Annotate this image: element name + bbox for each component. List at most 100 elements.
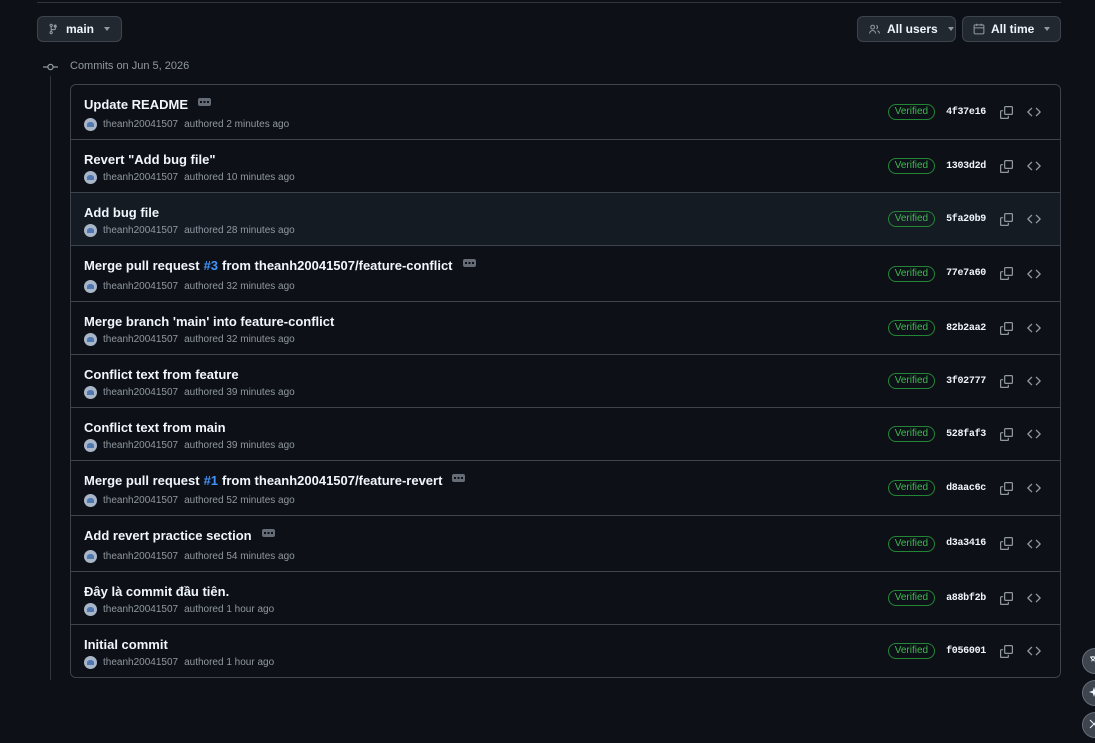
commit-title-link[interactable]: Add revert practice section: [84, 528, 252, 543]
commit-author[interactable]: theanh20041507: [103, 495, 178, 506]
commit-row[interactable]: Đây là commit đầu tiên. theanh20041507 aut…: [71, 571, 1060, 624]
ellipsis-icon[interactable]: [261, 528, 275, 537]
avatar[interactable]: [84, 494, 97, 507]
commit-row[interactable]: Add revert practice section theanh2004150…: [71, 515, 1060, 571]
commit-author[interactable]: theanh20041507: [103, 281, 178, 292]
commit-author[interactable]: theanh20041507: [103, 551, 178, 562]
commit-row[interactable]: Merge pull request #1 from theanh20041507/…: [71, 460, 1060, 515]
verified-badge[interactable]: Verified: [887, 158, 936, 174]
copy-icon[interactable]: [998, 590, 1014, 606]
commit-row[interactable]: Add bug file theanh20041507 authored 28 mi…: [71, 192, 1060, 245]
avatar[interactable]: [84, 386, 97, 399]
copy-icon[interactable]: [998, 104, 1014, 120]
commit-row[interactable]: Conflict text from main theanh20041507 aut…: [71, 407, 1060, 460]
commit-author[interactable]: theanh20041507: [103, 119, 178, 130]
commit-title-link[interactable]: Merge branch 'main' into feature-conflic…: [84, 314, 334, 329]
avatar[interactable]: [84, 656, 97, 669]
pull-request-link[interactable]: #1: [204, 473, 218, 488]
avatar[interactable]: [84, 603, 97, 616]
commit-title-suffix[interactable]: from theanh20041507/feature-revert: [222, 473, 442, 488]
users-filter-button[interactable]: All users: [857, 16, 956, 42]
verified-badge[interactable]: Verified: [887, 265, 936, 282]
commit-title-link[interactable]: Add bug file: [84, 205, 159, 220]
commit-title-link[interactable]: Merge pull request: [84, 258, 200, 273]
commit-row[interactable]: Revert "Add bug file" theanh20041507 autho…: [71, 139, 1060, 192]
code-icon[interactable]: [1026, 590, 1042, 606]
side-action-button[interactable]: [1082, 648, 1095, 674]
commit-author[interactable]: theanh20041507: [103, 604, 178, 615]
commit-author[interactable]: theanh20041507: [103, 440, 178, 451]
ellipsis-icon[interactable]: [198, 97, 212, 106]
copy-icon[interactable]: [998, 211, 1014, 227]
commit-title-link[interactable]: Initial commit: [84, 637, 168, 652]
code-icon[interactable]: [1026, 643, 1042, 659]
verified-badge[interactable]: Verified: [887, 643, 936, 659]
verified-badge[interactable]: Verified: [887, 426, 936, 442]
commit-row[interactable]: Merge pull request #3 from theanh20041507/…: [71, 245, 1060, 301]
commit-sha-link[interactable]: 5fa20b9: [946, 214, 986, 225]
avatar[interactable]: [84, 280, 97, 293]
commit-sha-link[interactable]: 528faf3: [946, 429, 986, 440]
verified-badge[interactable]: Verified: [887, 320, 936, 336]
side-action-button[interactable]: [1082, 680, 1095, 706]
copy-icon[interactable]: [998, 536, 1014, 552]
branch-selector-button[interactable]: main: [37, 16, 122, 42]
copy-icon[interactable]: [998, 480, 1014, 496]
commit-sha-link[interactable]: d8aac6c: [946, 483, 986, 494]
commit-title-suffix[interactable]: from theanh20041507/feature-conflict: [222, 258, 452, 273]
verified-badge[interactable]: Verified: [887, 373, 936, 389]
commit-author[interactable]: theanh20041507: [103, 334, 178, 345]
verified-badge[interactable]: Verified: [887, 104, 936, 120]
commit-author[interactable]: theanh20041507: [103, 225, 178, 236]
commit-sha-link[interactable]: 77e7a60: [946, 268, 986, 279]
code-icon[interactable]: [1026, 320, 1042, 336]
copy-icon[interactable]: [998, 643, 1014, 659]
commit-sha-link[interactable]: d3a3416: [946, 538, 986, 549]
code-icon[interactable]: [1026, 266, 1042, 282]
code-icon[interactable]: [1026, 373, 1042, 389]
copy-icon[interactable]: [998, 426, 1014, 442]
copy-icon[interactable]: [998, 320, 1014, 336]
avatar[interactable]: [84, 439, 97, 452]
code-icon[interactable]: [1026, 480, 1042, 496]
commit-sha-link[interactable]: f056001: [946, 646, 986, 657]
code-icon[interactable]: [1026, 426, 1042, 442]
commit-title-link[interactable]: Conflict text from main: [84, 420, 226, 435]
code-icon[interactable]: [1026, 158, 1042, 174]
commit-title-link[interactable]: Revert "Add bug file": [84, 152, 216, 167]
code-icon[interactable]: [1026, 536, 1042, 552]
commit-sha-link[interactable]: 1303d2d: [946, 161, 986, 172]
commit-title-link[interactable]: Merge pull request: [84, 473, 200, 488]
copy-icon[interactable]: [998, 158, 1014, 174]
avatar[interactable]: [84, 171, 97, 184]
commit-sha-link[interactable]: a88bf2b: [946, 593, 986, 604]
commit-sha-link[interactable]: 3f02777: [946, 376, 986, 387]
avatar[interactable]: [84, 118, 97, 131]
verified-badge[interactable]: Verified: [887, 535, 936, 552]
verified-badge[interactable]: Verified: [887, 590, 936, 606]
commit-row[interactable]: Conflict text from feature theanh20041507…: [71, 354, 1060, 407]
ellipsis-icon[interactable]: [462, 258, 476, 267]
commit-author[interactable]: theanh20041507: [103, 387, 178, 398]
commit-sha-link[interactable]: 4f37e16: [946, 107, 986, 118]
verified-badge[interactable]: Verified: [887, 480, 936, 496]
commit-row[interactable]: Initial commit theanh20041507 authored 1 h…: [71, 624, 1060, 677]
commit-sha-link[interactable]: 82b2aa2: [946, 323, 986, 334]
commit-author[interactable]: theanh20041507: [103, 657, 178, 668]
side-action-button[interactable]: [1082, 712, 1095, 738]
commit-title-link[interactable]: Update README: [84, 97, 188, 112]
ellipsis-icon[interactable]: [452, 473, 466, 482]
code-icon[interactable]: [1026, 211, 1042, 227]
time-filter-button[interactable]: All time: [962, 16, 1061, 42]
pull-request-link[interactable]: #3: [204, 258, 218, 273]
copy-icon[interactable]: [998, 373, 1014, 389]
avatar[interactable]: [84, 224, 97, 237]
avatar[interactable]: [84, 550, 97, 563]
code-icon[interactable]: [1026, 104, 1042, 120]
verified-badge[interactable]: Verified: [887, 211, 936, 227]
avatar[interactable]: [84, 333, 97, 346]
commit-row[interactable]: Update README theanh20041507 authored 2 mi…: [71, 85, 1060, 139]
copy-icon[interactable]: [998, 266, 1014, 282]
commit-row[interactable]: Merge branch 'main' into feature-conflic…: [71, 301, 1060, 354]
commit-author[interactable]: theanh20041507: [103, 172, 178, 183]
